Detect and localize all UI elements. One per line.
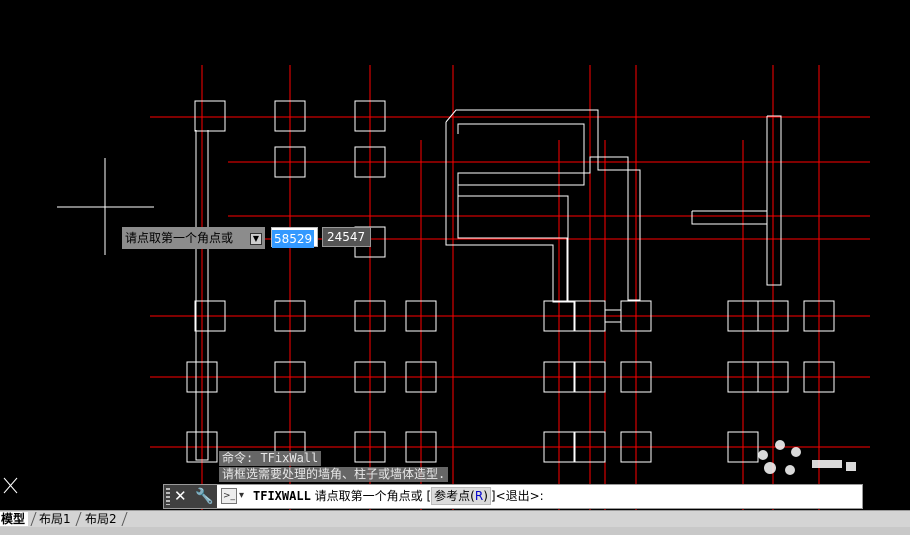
coordinate-y-field[interactable]: 24547 xyxy=(322,227,371,247)
ucs-icon xyxy=(3,477,18,494)
grip-handle[interactable] xyxy=(166,488,170,505)
axis-grid xyxy=(150,65,870,510)
wall-vertical xyxy=(766,115,782,286)
command-prompt-text: 请点取第一个角点或 xyxy=(314,489,423,503)
command-history-line: 请框选需要处理的墙角、柱子或墙体造型. xyxy=(219,467,449,482)
command-line-toolbar: ✕ 🔧 xyxy=(164,485,217,508)
coordinate-x-field[interactable]: 58529 xyxy=(271,227,318,248)
layout-tabs: 模型 布局1 布局2 xyxy=(0,510,910,527)
tab-model[interactable]: 模型 xyxy=(0,512,29,526)
option-reference-point[interactable]: 参考点(R) xyxy=(431,487,491,505)
close-icon[interactable]: ✕ xyxy=(174,487,187,506)
drawing-canvas[interactable] xyxy=(0,0,910,510)
dropdown-arrow-icon[interactable]: ▼ xyxy=(250,233,262,245)
exit-text: <退出>: xyxy=(495,489,544,503)
tab-layout2[interactable]: 布局2 xyxy=(82,512,120,526)
status-bar xyxy=(0,527,910,535)
tab-layout1[interactable]: 布局1 xyxy=(36,512,74,526)
wrench-icon[interactable]: 🔧 xyxy=(195,486,214,507)
command-prompt-icon[interactable]: >_ xyxy=(221,488,237,504)
column-box xyxy=(194,100,226,132)
tab-separator xyxy=(121,512,134,526)
wall-horizontal xyxy=(691,210,768,225)
command-line[interactable]: ✕ 🔧 >_ ▾ TFIXWALL 请点取第一个角点或 [参考点(R)]<退出>… xyxy=(163,484,863,509)
chevron-down-icon[interactable]: ▾ xyxy=(239,488,244,504)
command-name: TFIXWALL xyxy=(253,489,311,503)
coordinate-x-value: 58529 xyxy=(272,230,315,248)
wall-outline-inner xyxy=(457,123,585,303)
column-group xyxy=(186,100,835,463)
wall-outline xyxy=(445,109,641,303)
command-input[interactable]: TFIXWALL 请点取第一个角点或 [参考点(R)]<退出>: xyxy=(253,485,544,508)
command-history-line: 命令: TFixWall xyxy=(219,451,322,466)
dynamic-input-prompt: 请点取第一个角点或 xyxy=(122,227,265,249)
